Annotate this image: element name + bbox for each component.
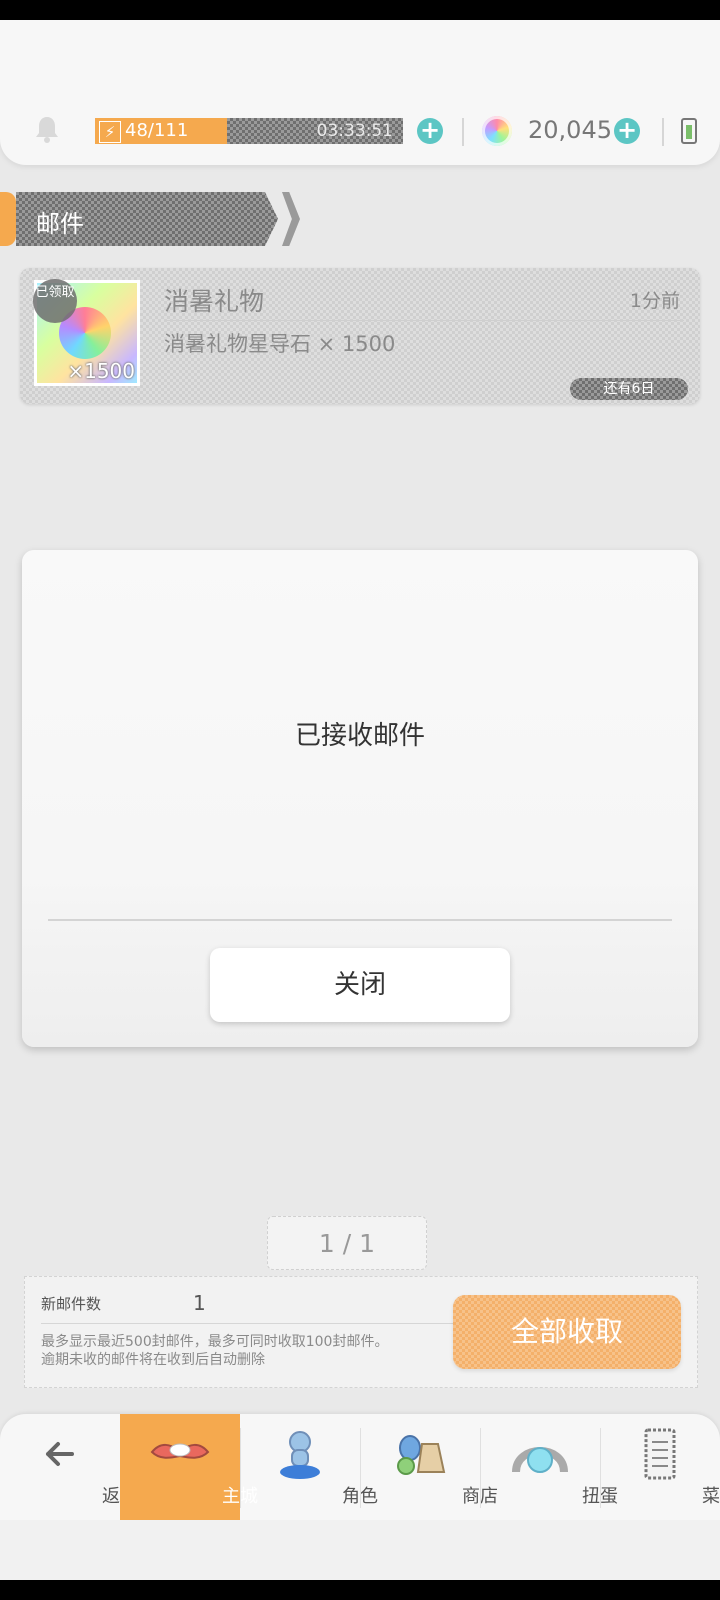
divider bbox=[41, 1323, 457, 1324]
divider bbox=[48, 919, 672, 921]
mail-time: 1分前 bbox=[629, 290, 680, 312]
mail-note-line-2: 逾期未收的邮件将在收到后自动删除 bbox=[41, 1352, 265, 1368]
mail-expire-badge: 还有6日 bbox=[570, 378, 688, 400]
nav-shop[interactable]: 商店 bbox=[360, 1414, 498, 1520]
bottom-navigation: 返回 主城 角色 商店 扭蛋 bbox=[0, 1414, 720, 1520]
mail-title: 消暑礼物 bbox=[164, 287, 265, 316]
divider bbox=[164, 320, 684, 321]
new-mail-count: 1 bbox=[193, 1291, 206, 1315]
lightning-icon: ⚡ bbox=[99, 121, 121, 143]
system-status-bar bbox=[0, 0, 720, 20]
chevron-right-icon bbox=[282, 192, 300, 246]
mail-note-line-1: 最多显示最近500封邮件，最多可同时收取100封邮件。 bbox=[41, 1334, 389, 1350]
new-mail-label: 新邮件数 bbox=[41, 1295, 102, 1313]
nav-character[interactable]: 角色 bbox=[240, 1414, 378, 1520]
back-arrow-icon bbox=[46, 1442, 74, 1466]
shop-icon bbox=[397, 1435, 446, 1475]
bottom-spacer bbox=[0, 1520, 720, 1580]
battery-icon bbox=[681, 118, 697, 144]
divider bbox=[462, 118, 464, 146]
mail-received-dialog: 已接收邮件 关闭 bbox=[22, 550, 698, 1047]
nav-label: 菜单 bbox=[702, 1486, 720, 1507]
main-city-icon bbox=[150, 1443, 210, 1459]
section-title: 邮件 bbox=[36, 210, 84, 238]
mail-note: 最多显示最近500封邮件，最多可同时收取100封邮件。 逾期未收的邮件将在收到后… bbox=[41, 1333, 388, 1369]
divider bbox=[662, 118, 664, 146]
gacha-icon bbox=[512, 1447, 568, 1473]
nav-gacha[interactable]: 扭蛋 bbox=[480, 1414, 618, 1520]
close-button[interactable]: 关闭 bbox=[210, 948, 510, 1022]
character-icon bbox=[280, 1431, 320, 1479]
nav-menu[interactable]: 菜单 bbox=[600, 1414, 720, 1520]
add-stamina-icon[interactable]: + bbox=[417, 118, 443, 144]
gem-count: 20,045 bbox=[528, 116, 612, 144]
star-stone-icon bbox=[482, 116, 512, 146]
nav-back[interactable]: 返回 bbox=[0, 1414, 138, 1520]
bell-icon[interactable] bbox=[34, 115, 60, 143]
stamina-value: 48/111 bbox=[125, 120, 189, 141]
mail-description: 消暑礼物星导石 × 1500 bbox=[164, 332, 396, 356]
collect-all-button[interactable]: 全部收取 bbox=[453, 1295, 681, 1369]
system-navigation-bar bbox=[0, 1580, 720, 1600]
stamina-bar: ⚡ 48/111 03:33:51 bbox=[95, 118, 403, 144]
menu-icon bbox=[644, 1428, 676, 1480]
attachment-quantity: ×1500 bbox=[67, 359, 135, 383]
mail-info-panel: 新邮件数 1 最多显示最近500封邮件，最多可同时收取100封邮件。 逾期未收的… bbox=[24, 1276, 698, 1388]
nav-main-city[interactable]: 主城 bbox=[120, 1414, 258, 1520]
dialog-message: 已接收邮件 bbox=[294, 721, 425, 751]
add-gems-icon[interactable]: + bbox=[614, 118, 640, 144]
page-indicator: 1 / 1 bbox=[267, 1216, 427, 1270]
section-header: 邮件 bbox=[0, 192, 302, 246]
claimed-badge: 已领取 bbox=[33, 279, 77, 323]
section-accent bbox=[0, 192, 16, 246]
stamina-timer: 03:33:51 bbox=[316, 121, 393, 141]
mail-attachment-thumbnail: 已领取 ×1500 bbox=[33, 279, 140, 386]
mail-list-item[interactable]: 已领取 ×1500 消暑礼物 1分前 消暑礼物星导石 × 1500 还有6日 bbox=[20, 268, 700, 404]
